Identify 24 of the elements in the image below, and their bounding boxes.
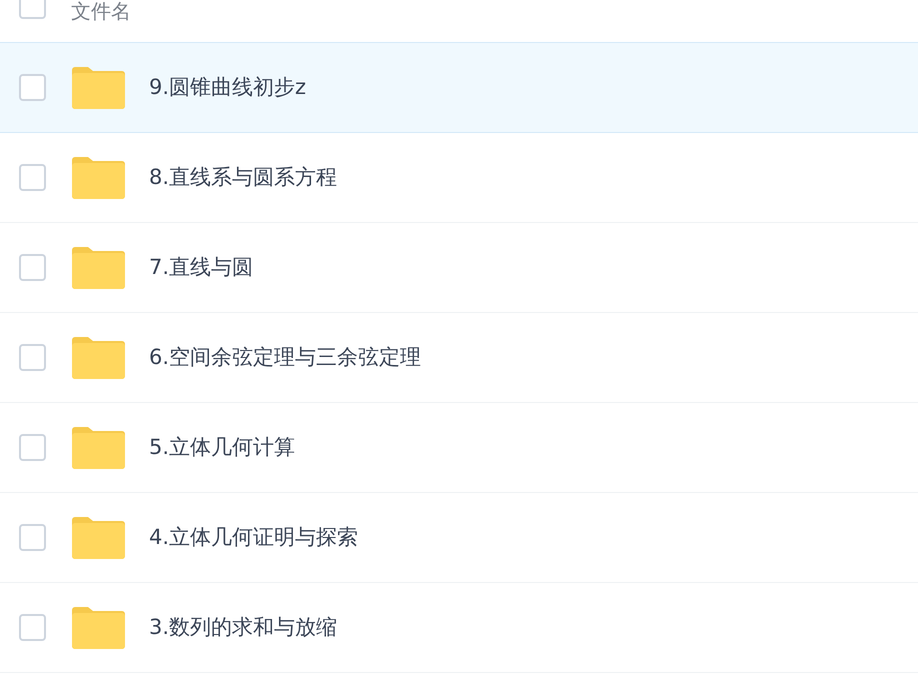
folder-icon (72, 606, 125, 648)
checkbox[interactable] (19, 614, 46, 641)
folder-name: 4.立体几何证明与探索 (149, 524, 358, 551)
folder-icon (72, 66, 125, 108)
checkbox[interactable] (19, 524, 46, 551)
folder-icon (72, 516, 125, 558)
column-header: 文件名 (71, 0, 131, 23)
checkbox[interactable] (19, 0, 46, 19)
folder-icon (72, 156, 125, 198)
file-row[interactable]: 9.圆锥曲线初步z (0, 43, 918, 133)
checkbox[interactable] (19, 344, 46, 371)
folder-name: 8.直线系与圆系方程 (149, 164, 338, 191)
folder-name: 6.空间余弦定理与三余弦定理 (149, 344, 422, 371)
folder-name: 7.直线与圆 (149, 254, 254, 281)
folder-name: 5.立体几何计算 (149, 434, 296, 461)
checkbox[interactable] (19, 434, 46, 461)
checkbox[interactable] (19, 164, 46, 191)
folder-name: 9.圆锥曲线初步z (149, 74, 306, 101)
folder-icon (72, 246, 125, 288)
folder-icon (72, 336, 125, 378)
checkbox[interactable] (19, 254, 46, 281)
checkbox[interactable] (19, 74, 46, 101)
folder-name: 3.数列的求和与放缩 (149, 614, 338, 641)
folder-icon (72, 426, 125, 468)
